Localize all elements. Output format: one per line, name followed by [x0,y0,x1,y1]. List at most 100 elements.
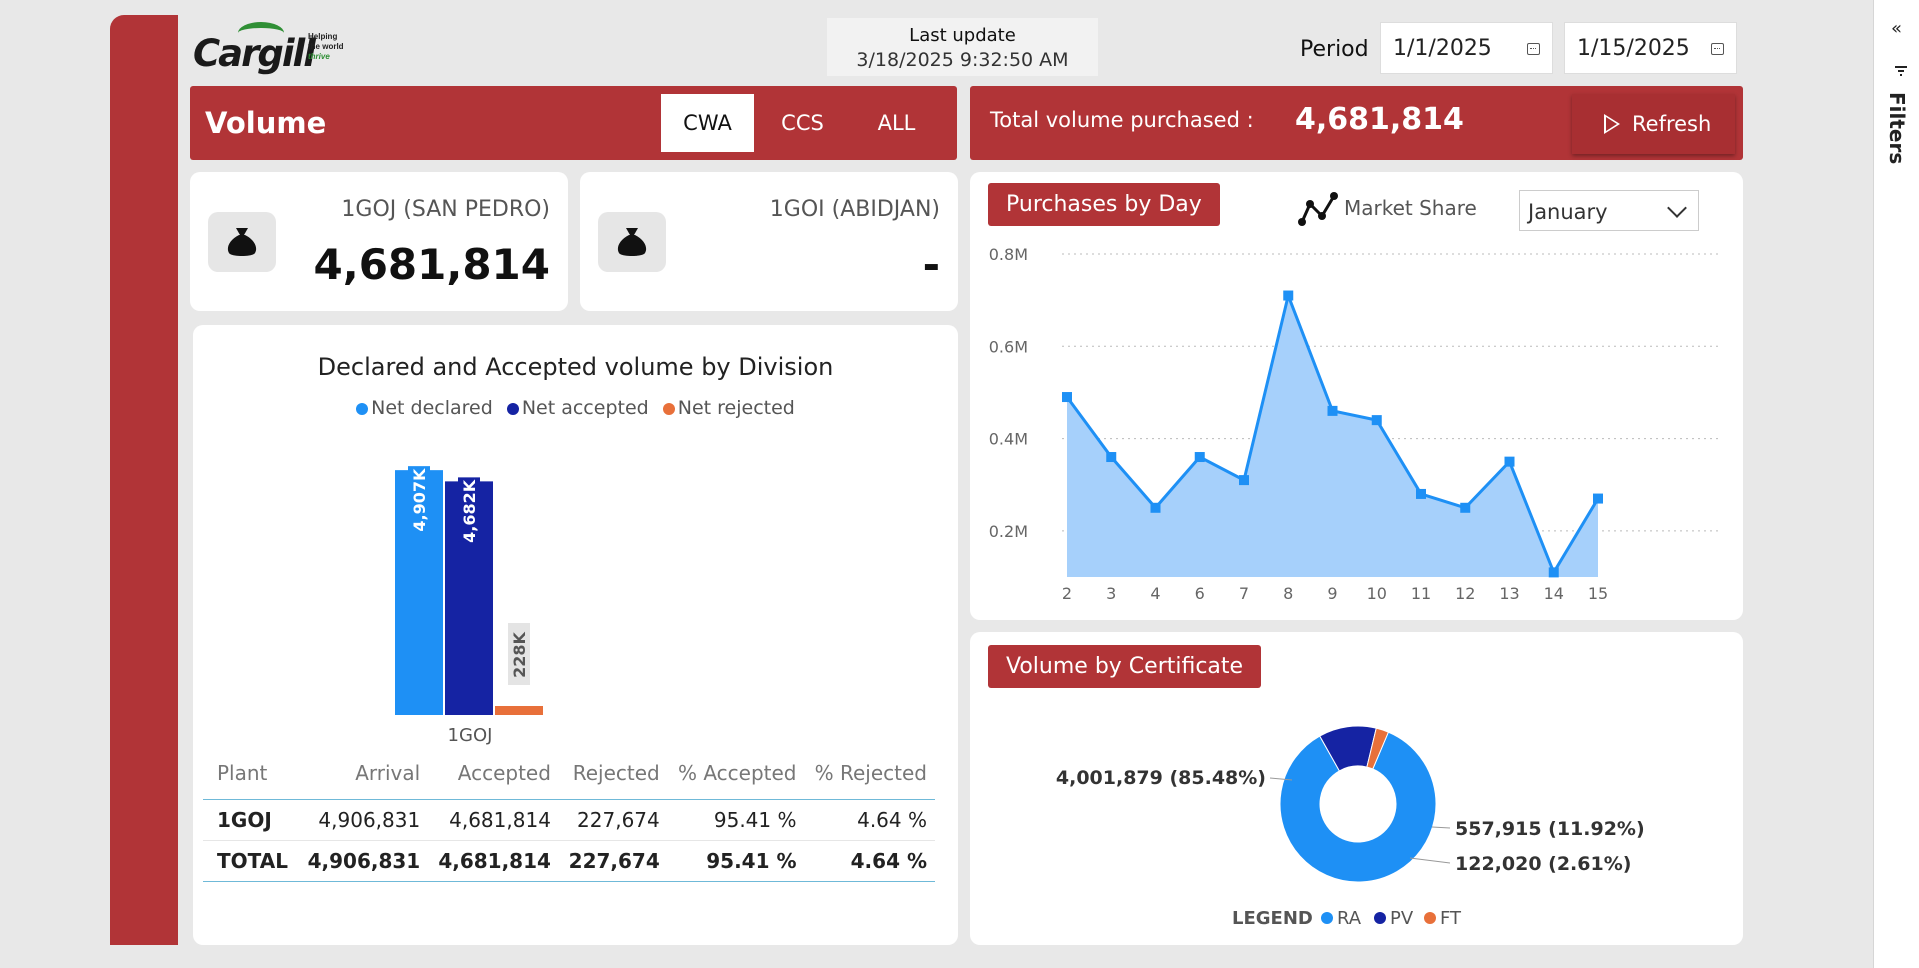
calendar-icon[interactable] [1711,43,1724,55]
filters-panel[interactable]: « Filters [1873,0,1919,968]
table-total-row: TOTAL 4,906,831 4,681,814 227,674 95.41 … [203,840,935,882]
table-row[interactable]: 1GOJ 4,906,831 4,681,814 227,674 95.41 %… [203,800,935,841]
tab-ccs[interactable]: CCS [756,94,849,152]
data-point[interactable] [1283,290,1294,301]
last-update-box: Last update 3/18/2025 9:32:50 AM [827,18,1098,76]
money-bag-icon-box [208,212,276,272]
legend-dot [1321,912,1333,924]
table-header: Rejected [572,761,660,785]
refresh-button[interactable]: Refresh [1572,94,1735,154]
y-tick-label: 0.4M [989,430,1028,449]
leader-line [1431,826,1451,829]
data-point[interactable] [1371,415,1382,426]
x-tick-label: 2 [1062,584,1072,603]
money-bag-icon [617,228,647,256]
y-tick-label: 0.6M [989,337,1028,356]
area-fill [1067,295,1598,577]
money-bag-icon [227,228,257,256]
refresh-label: Refresh [1632,112,1712,136]
x-tick-label: 10 [1367,584,1387,603]
division-chart-card: Declared and Accepted volume by Division… [193,325,958,945]
plant-card-san-pedro: 1GOJ (SAN PEDRO) 4,681,814 [190,172,568,311]
x-tick-label: 9 [1327,584,1337,603]
table-cell: 4,681,814 [428,840,559,882]
plant-card-value: - [922,240,940,289]
data-point[interactable] [1460,502,1471,513]
table-cell: 4.64 % [804,840,935,882]
y-tick-label: 0.2M [989,522,1028,541]
table-cell: 95.41 % [713,808,797,832]
calendar-icon[interactable] [1527,43,1540,55]
data-point[interactable] [1150,502,1161,513]
donut-data-label: 557,915 (11.92%) [1455,818,1645,840]
legend-label[interactable]: RA [1337,908,1362,929]
last-update-label: Last update [909,25,1016,46]
x-tick-label: 3 [1106,584,1116,603]
data-point[interactable] [1239,475,1249,486]
table-cell: 227,674 [558,840,668,882]
period-end-value: 1/15/2025 [1577,36,1690,61]
total-volume-bar: Total volume purchased : 4,681,814 Refre… [970,86,1743,160]
x-tick-label: 11 [1411,584,1431,603]
data-point[interactable] [1504,456,1515,467]
bar-net-rejected[interactable] [495,706,543,715]
tab-cwa[interactable]: CWA [661,94,754,152]
x-tick-label: 8 [1283,584,1293,603]
purchases-area-chart: 0.2M 0.4M 0.6M 0.8M 2 3 4 6 7 8 9 10 11 12 13 14 15 [989,245,1722,603]
data-point[interactable] [1327,405,1338,416]
plant-card-label: 1GOJ (SAN PEDRO) [341,197,550,222]
table-header: Plant [217,761,268,785]
data-point[interactable] [1062,392,1072,403]
legend-label[interactable]: PV [1390,908,1414,929]
x-tick-label: 13 [1499,584,1519,603]
table-header: % Accepted [677,761,797,785]
data-point[interactable] [1416,488,1426,499]
table-header: Accepted [457,761,551,785]
x-tick-label: 6 [1195,584,1205,603]
data-point[interactable] [1593,493,1603,504]
division-bar-chart: 4,907K 4,682K 228K 1GOJ [395,466,543,745]
filters-label[interactable]: Filters [1885,92,1909,164]
logo-tag-line3: thrive [308,52,330,61]
period-end-input[interactable]: 1/15/2025 [1564,22,1737,74]
x-tick-label: 12 [1455,584,1475,603]
last-update-value: 3/18/2025 9:32:50 AM [856,49,1069,71]
legend-dot [1424,912,1436,924]
collapse-icon[interactable]: « [1891,18,1902,39]
legend-title: LEGEND [1232,908,1313,929]
data-point[interactable] [1548,567,1559,578]
x-tick-label: 1GOJ [448,725,493,745]
logo-tag-line2: the world [308,42,344,51]
data-point[interactable] [1194,452,1205,463]
table-header: % Rejected [814,761,927,785]
bar-data-label: 4,907K [408,466,430,532]
table-header: Arrival [355,761,421,785]
donut-data-label: 122,020 (2.61%) [1455,853,1631,875]
data-point[interactable] [1106,452,1117,463]
total-volume-label: Total volume purchased : [990,108,1254,132]
legend-label[interactable]: FT [1440,908,1462,929]
plant-card-value: 4,681,814 [313,240,550,289]
tab-all[interactable]: ALL [850,94,943,152]
table-cell: 1GOJ [217,808,272,832]
bar-label-text: 4,907K [410,468,429,532]
table-cell: TOTAL [203,840,298,882]
bar-label-text: 4,682K [460,479,479,543]
filter-icon [1895,66,1907,76]
left-accent-bar [110,15,178,945]
bar-label-text: 228K [510,632,529,678]
bar-data-label: 228K [508,623,530,685]
table-cell: 4,906,831 [318,808,421,832]
table-cell: 4,681,814 [449,808,551,832]
period-start-input[interactable]: 1/1/2025 [1380,22,1553,74]
table-header-row: Plant Arrival Accepted Rejected % Accept… [203,755,935,800]
play-icon [1604,114,1620,134]
volume-title: Volume [205,106,327,140]
volume-header-bar: Volume CWA CCS ALL [190,86,957,160]
table-cell: 4,906,831 [297,840,429,882]
plant-table: Plant Arrival Accepted Rejected % Accept… [203,755,935,882]
x-tick-label: 4 [1150,584,1160,603]
x-tick-label: 14 [1544,584,1564,603]
donut-data-label: 4,001,879 (85.48%) [1056,767,1266,789]
leader-line [1409,857,1451,864]
